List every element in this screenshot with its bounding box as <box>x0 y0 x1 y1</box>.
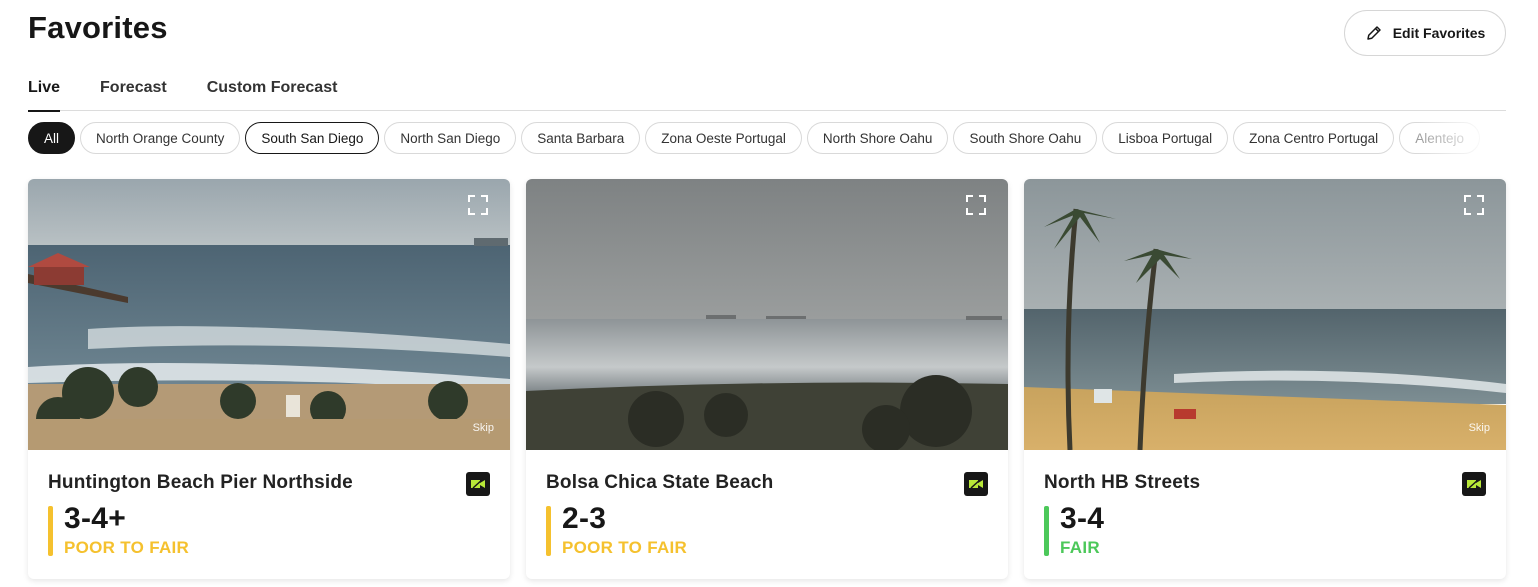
region-filter-bar: All North Orange County South San Diego … <box>28 122 1506 154</box>
filter-chip-north-orange-county[interactable]: North Orange County <box>80 122 241 154</box>
filter-chip-north-shore-oahu[interactable]: North Shore Oahu <box>806 122 949 154</box>
cam-image <box>28 179 510 450</box>
expand-icon[interactable] <box>468 195 488 215</box>
tab-forecast[interactable]: Forecast <box>100 76 167 111</box>
cam-player[interactable] <box>526 179 1008 450</box>
cam-image <box>1024 179 1506 450</box>
expand-icon[interactable] <box>1464 195 1484 215</box>
filter-chip-zona-oeste-portugal[interactable]: Zona Oeste Portugal <box>645 122 802 154</box>
cam-player[interactable]: Skip <box>28 179 510 450</box>
camera-icon <box>466 472 490 496</box>
camera-icon <box>964 472 988 496</box>
filter-chip-south-san-diego[interactable]: South San Diego <box>245 122 380 154</box>
condition-rating: FAIR <box>1060 538 1100 557</box>
view-tabs: Live Forecast Custom Forecast <box>28 76 1506 112</box>
cam-player[interactable]: Skip <box>1024 179 1506 450</box>
spot-card[interactable]: Bolsa Chica State Beach 2-3 POOR TO FAIR <box>526 179 1008 579</box>
filter-chip-lisboa-portugal[interactable]: Lisboa Portugal <box>1102 122 1229 154</box>
filter-chip-north-san-diego[interactable]: North San Diego <box>384 122 517 154</box>
tab-custom-forecast[interactable]: Custom Forecast <box>207 76 338 111</box>
filter-chip-south-shore-oahu[interactable]: South Shore Oahu <box>953 122 1098 154</box>
spot-card[interactable]: Skip Huntington Beach Pier Northside 3-4… <box>28 179 510 579</box>
edit-favorites-label: Edit Favorites <box>1392 25 1486 41</box>
edit-favorites-button[interactable]: Edit Favorites <box>1344 10 1506 56</box>
wave-height: 3-4 <box>1060 502 1105 535</box>
condition-rating: POOR TO FAIR <box>562 538 688 557</box>
condition-rating: POOR TO FAIR <box>64 538 190 557</box>
favorites-cams-grid: Skip Huntington Beach Pier Northside 3-4… <box>28 179 1506 579</box>
spot-name[interactable]: North HB Streets <box>1044 472 1200 494</box>
skip-ad-button[interactable]: Skip <box>1469 422 1490 434</box>
rating-color-bar <box>48 506 53 556</box>
spot-info: Bolsa Chica State Beach 2-3 POOR TO FAIR <box>526 450 1008 579</box>
cam-image <box>526 179 1008 450</box>
expand-icon[interactable] <box>966 195 986 215</box>
wave-height: 2-3 <box>562 502 607 535</box>
page-title: Favorites <box>28 10 168 45</box>
camera-icon <box>1462 472 1486 496</box>
rating-color-bar <box>1044 506 1049 556</box>
pencil-icon <box>1366 26 1381 40</box>
spot-name[interactable]: Huntington Beach Pier Northside <box>48 472 353 494</box>
spot-info: North HB Streets 3-4 FAIR <box>1024 450 1506 579</box>
skip-ad-button[interactable]: Skip <box>473 422 494 434</box>
wave-height: 3-4+ <box>64 502 127 535</box>
rating-color-bar <box>546 506 551 556</box>
spot-name[interactable]: Bolsa Chica State Beach <box>546 472 773 494</box>
spot-info: Huntington Beach Pier Northside 3-4+ POO… <box>28 450 510 579</box>
filter-chip-all[interactable]: All <box>28 122 76 154</box>
spot-card[interactable]: Skip North HB Streets 3-4 FAIR <box>1024 179 1506 579</box>
filter-chip-zona-centro-portugal[interactable]: Zona Centro Portugal <box>1233 122 1395 154</box>
filter-chip-alentejo[interactable]: Alentejo <box>1399 122 1480 154</box>
tab-live[interactable]: Live <box>28 76 61 112</box>
filter-chip-santa-barbara[interactable]: Santa Barbara <box>521 122 641 154</box>
